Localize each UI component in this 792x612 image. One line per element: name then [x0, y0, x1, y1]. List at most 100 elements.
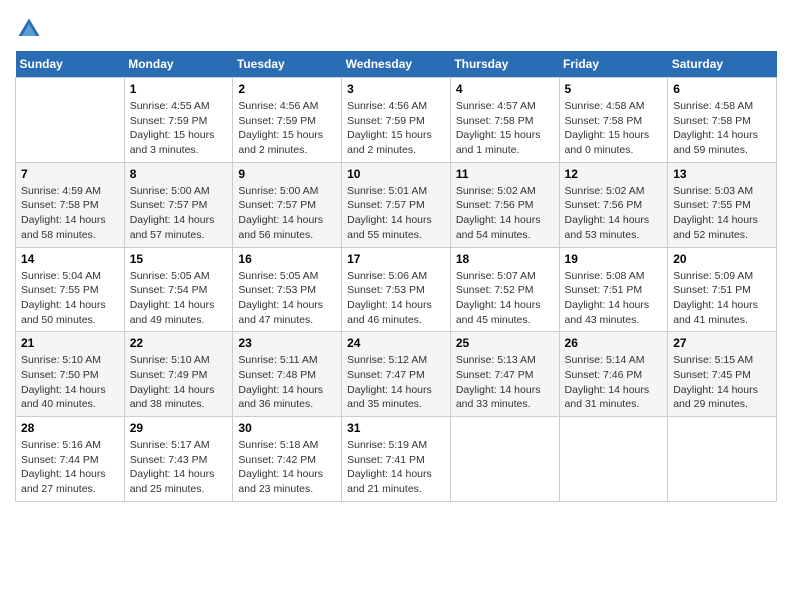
- day-cell: [559, 417, 668, 502]
- day-info: Sunrise: 5:06 AMSunset: 7:53 PMDaylight:…: [347, 269, 445, 328]
- day-cell: [16, 78, 125, 163]
- day-info: Sunrise: 5:02 AMSunset: 7:56 PMDaylight:…: [456, 184, 554, 243]
- day-number: 3: [347, 82, 445, 96]
- header-tuesday: Tuesday: [233, 51, 342, 78]
- day-cell: 12 Sunrise: 5:02 AMSunset: 7:56 PMDayligh…: [559, 162, 668, 247]
- day-cell: 8Sunrise: 5:00 AMSunset: 7:57 PMDaylight…: [124, 162, 233, 247]
- logo: [15, 15, 47, 43]
- day-number: 12: [565, 167, 663, 181]
- day-info: Sunrise: 5:04 AMSunset: 7:55 PMDaylight:…: [21, 269, 119, 328]
- day-number: 22: [130, 336, 228, 350]
- week-row-5: 28 Sunrise: 5:16 AMSunset: 7:44 PMDayligh…: [16, 417, 777, 502]
- day-cell: 22 Sunrise: 5:10 AMSunset: 7:49 PMDayligh…: [124, 332, 233, 417]
- day-cell: 24Sunrise: 5:12 AMSunset: 7:47 PMDayligh…: [342, 332, 451, 417]
- day-info: Sunrise: 5:08 AMSunset: 7:51 PMDaylight:…: [565, 269, 663, 328]
- day-cell: 30 Sunrise: 5:18 AMSunset: 7:42 PMDayligh…: [233, 417, 342, 502]
- day-cell: 15 Sunrise: 5:05 AMSunset: 7:54 PMDayligh…: [124, 247, 233, 332]
- day-info: Sunrise: 5:12 AMSunset: 7:47 PMDaylight:…: [347, 353, 445, 412]
- day-info: Sunrise: 4:59 AMSunset: 7:58 PMDaylight:…: [21, 184, 119, 243]
- day-cell: 31 Sunrise: 5:19 AMSunset: 7:41 PMDayligh…: [342, 417, 451, 502]
- day-info: Sunrise: 5:15 AMSunset: 7:45 PMDaylight:…: [673, 353, 771, 412]
- day-number: 19: [565, 252, 663, 266]
- day-info: Sunrise: 5:18 AMSunset: 7:42 PMDaylight:…: [238, 438, 336, 497]
- day-number: 28: [21, 421, 119, 435]
- day-number: 8: [130, 167, 228, 181]
- day-number: 26: [565, 336, 663, 350]
- day-cell: 14 Sunrise: 5:04 AMSunset: 7:55 PMDayligh…: [16, 247, 125, 332]
- day-info: Sunrise: 5:07 AMSunset: 7:52 PMDaylight:…: [456, 269, 554, 328]
- day-number: 25: [456, 336, 554, 350]
- day-number: 4: [456, 82, 554, 96]
- day-info: Sunrise: 5:11 AMSunset: 7:48 PMDaylight:…: [238, 353, 336, 412]
- day-info: Sunrise: 5:05 AMSunset: 7:53 PMDaylight:…: [238, 269, 336, 328]
- day-cell: 27 Sunrise: 5:15 AMSunset: 7:45 PMDayligh…: [668, 332, 777, 417]
- day-info: Sunrise: 5:10 AMSunset: 7:49 PMDaylight:…: [130, 353, 228, 412]
- logo-icon: [15, 15, 43, 43]
- day-number: 27: [673, 336, 771, 350]
- day-cell: 2 Sunrise: 4:56 AMSunset: 7:59 PMDaylight…: [233, 78, 342, 163]
- day-info: Sunrise: 5:10 AMSunset: 7:50 PMDaylight:…: [21, 353, 119, 412]
- header-sunday: Sunday: [16, 51, 125, 78]
- day-cell: 26Sunrise: 5:14 AMSunset: 7:46 PMDayligh…: [559, 332, 668, 417]
- day-cell: [450, 417, 559, 502]
- day-number: 21: [21, 336, 119, 350]
- day-cell: 19 Sunrise: 5:08 AMSunset: 7:51 PMDayligh…: [559, 247, 668, 332]
- day-cell: 20 Sunrise: 5:09 AMSunset: 7:51 PMDayligh…: [668, 247, 777, 332]
- day-info: Sunrise: 4:57 AMSunset: 7:58 PMDaylight:…: [456, 99, 554, 158]
- day-info: Sunrise: 4:56 AMSunset: 7:59 PMDaylight:…: [238, 99, 336, 158]
- day-number: 20: [673, 252, 771, 266]
- day-cell: 3 Sunrise: 4:56 AMSunset: 7:59 PMDaylight…: [342, 78, 451, 163]
- day-number: 10: [347, 167, 445, 181]
- day-number: 2: [238, 82, 336, 96]
- header-friday: Friday: [559, 51, 668, 78]
- day-number: 14: [21, 252, 119, 266]
- day-cell: 25 Sunrise: 5:13 AMSunset: 7:47 PMDayligh…: [450, 332, 559, 417]
- day-cell: 28 Sunrise: 5:16 AMSunset: 7:44 PMDayligh…: [16, 417, 125, 502]
- day-number: 30: [238, 421, 336, 435]
- calendar-table: SundayMondayTuesdayWednesdayThursdayFrid…: [15, 51, 777, 502]
- header-monday: Monday: [124, 51, 233, 78]
- day-cell: 21 Sunrise: 5:10 AMSunset: 7:50 PMDayligh…: [16, 332, 125, 417]
- day-cell: 17 Sunrise: 5:06 AMSunset: 7:53 PMDayligh…: [342, 247, 451, 332]
- day-number: 17: [347, 252, 445, 266]
- day-info: Sunrise: 4:56 AMSunset: 7:59 PMDaylight:…: [347, 99, 445, 158]
- day-cell: 1 Sunrise: 4:55 AMSunset: 7:59 PMDaylight…: [124, 78, 233, 163]
- day-info: Sunrise: 5:16 AMSunset: 7:44 PMDaylight:…: [21, 438, 119, 497]
- day-number: 15: [130, 252, 228, 266]
- day-number: 23: [238, 336, 336, 350]
- day-info: Sunrise: 5:05 AMSunset: 7:54 PMDaylight:…: [130, 269, 228, 328]
- day-info: Sunrise: 5:19 AMSunset: 7:41 PMDaylight:…: [347, 438, 445, 497]
- day-number: 7: [21, 167, 119, 181]
- page-header: [15, 15, 777, 43]
- week-row-1: 1 Sunrise: 4:55 AMSunset: 7:59 PMDaylight…: [16, 78, 777, 163]
- day-cell: 5 Sunrise: 4:58 AMSunset: 7:58 PMDaylight…: [559, 78, 668, 163]
- day-cell: 13Sunrise: 5:03 AMSunset: 7:55 PMDayligh…: [668, 162, 777, 247]
- day-info: Sunrise: 5:13 AMSunset: 7:47 PMDaylight:…: [456, 353, 554, 412]
- day-info: Sunrise: 4:55 AMSunset: 7:59 PMDaylight:…: [130, 99, 228, 158]
- day-number: 5: [565, 82, 663, 96]
- day-cell: 23 Sunrise: 5:11 AMSunset: 7:48 PMDayligh…: [233, 332, 342, 417]
- day-info: Sunrise: 5:09 AMSunset: 7:51 PMDaylight:…: [673, 269, 771, 328]
- day-number: 1: [130, 82, 228, 96]
- day-cell: [668, 417, 777, 502]
- day-cell: 16 Sunrise: 5:05 AMSunset: 7:53 PMDayligh…: [233, 247, 342, 332]
- day-cell: 6 Sunrise: 4:58 AMSunset: 7:58 PMDaylight…: [668, 78, 777, 163]
- day-number: 18: [456, 252, 554, 266]
- day-number: 9: [238, 167, 336, 181]
- day-cell: 9 Sunrise: 5:00 AMSunset: 7:57 PMDaylight…: [233, 162, 342, 247]
- day-info: Sunrise: 4:58 AMSunset: 7:58 PMDaylight:…: [565, 99, 663, 158]
- day-cell: 4 Sunrise: 4:57 AMSunset: 7:58 PMDaylight…: [450, 78, 559, 163]
- day-info: Sunrise: 5:17 AMSunset: 7:43 PMDaylight:…: [130, 438, 228, 497]
- day-number: 16: [238, 252, 336, 266]
- week-row-2: 7 Sunrise: 4:59 AMSunset: 7:58 PMDaylight…: [16, 162, 777, 247]
- day-cell: 7 Sunrise: 4:59 AMSunset: 7:58 PMDaylight…: [16, 162, 125, 247]
- day-info: Sunrise: 5:00 AMSunset: 7:57 PMDaylight:…: [238, 184, 336, 243]
- header-saturday: Saturday: [668, 51, 777, 78]
- day-cell: 11Sunrise: 5:02 AMSunset: 7:56 PMDayligh…: [450, 162, 559, 247]
- day-info: Sunrise: 5:01 AMSunset: 7:57 PMDaylight:…: [347, 184, 445, 243]
- day-number: 6: [673, 82, 771, 96]
- day-info: Sunrise: 5:03 AMSunset: 7:55 PMDaylight:…: [673, 184, 771, 243]
- day-number: 31: [347, 421, 445, 435]
- day-info: Sunrise: 4:58 AMSunset: 7:58 PMDaylight:…: [673, 99, 771, 158]
- day-info: Sunrise: 5:02 AMSunset: 7:56 PMDaylight:…: [565, 184, 663, 243]
